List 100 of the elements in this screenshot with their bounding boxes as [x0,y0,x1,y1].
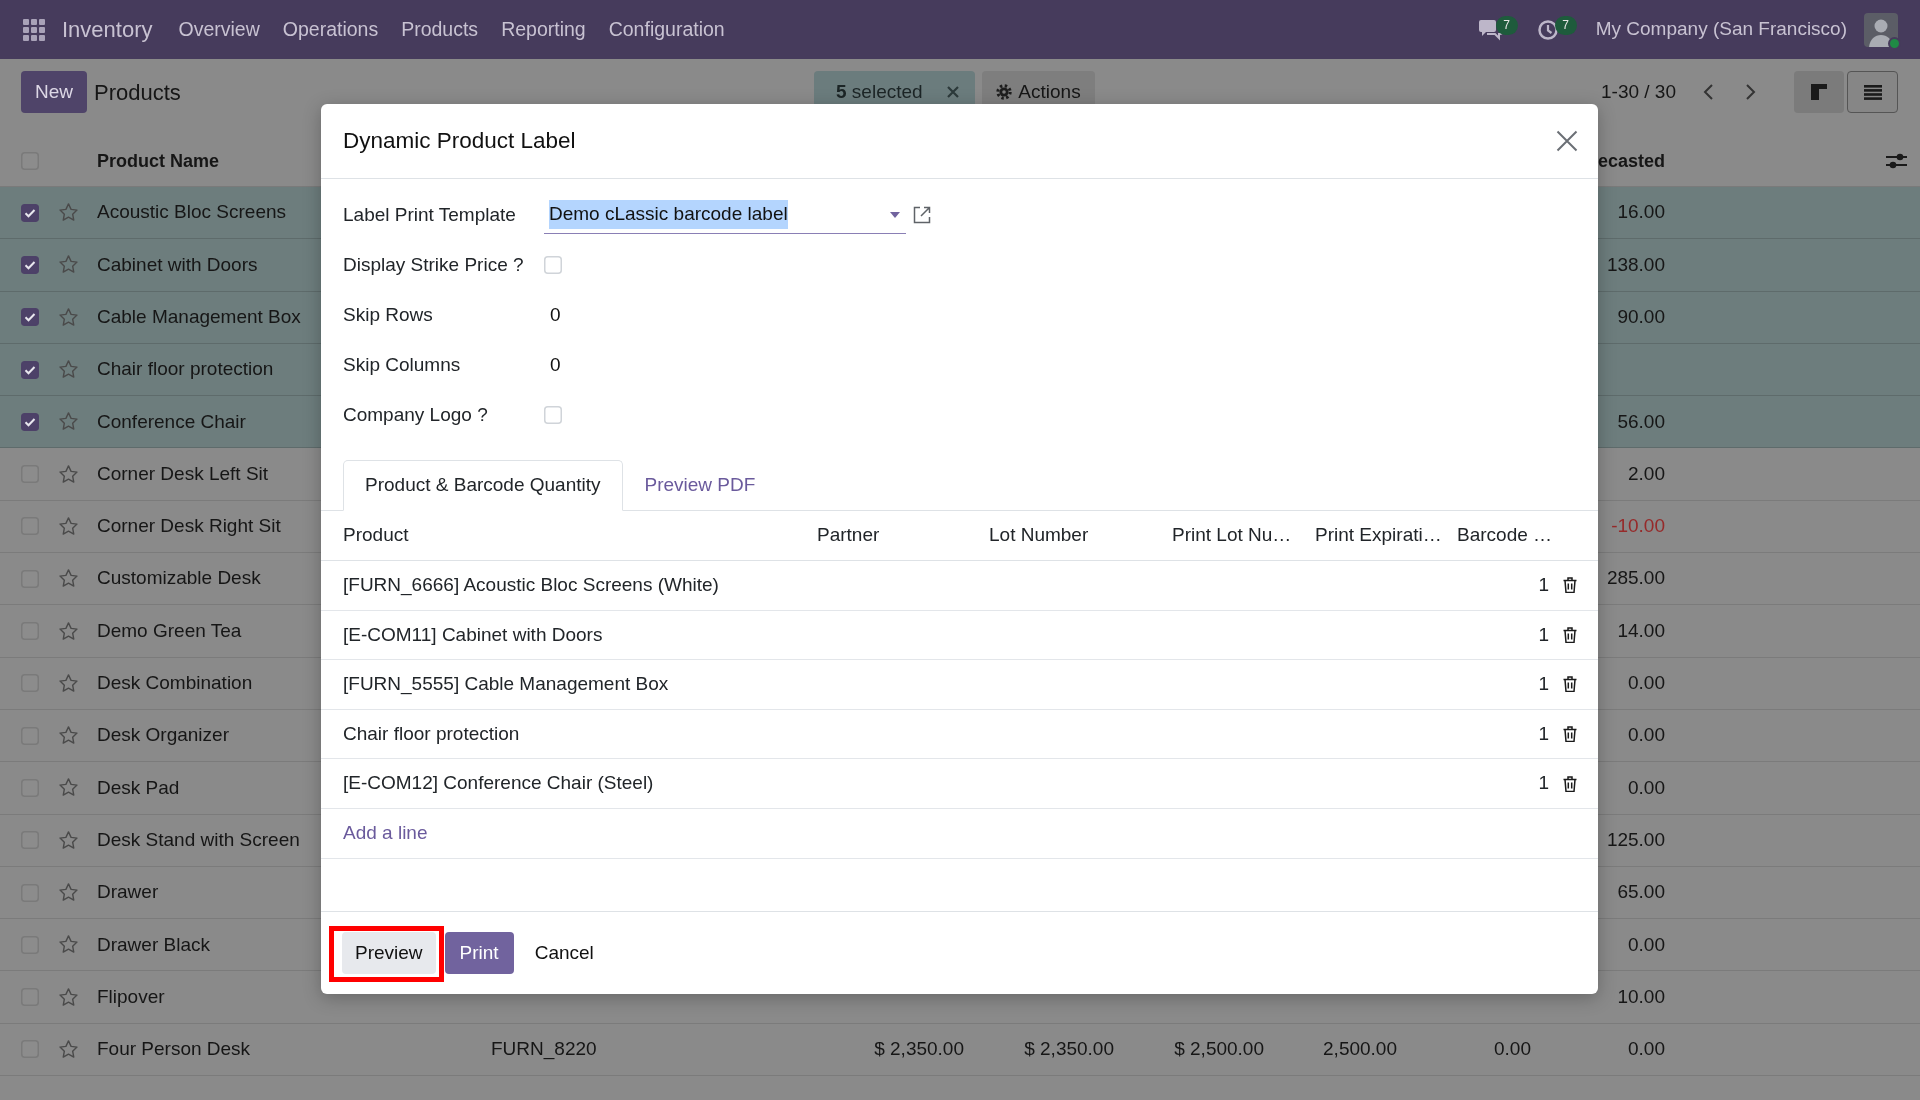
star-icon[interactable] [58,515,79,537]
amount-cell-text: $ 2,500.00 [1174,1037,1264,1062]
field-label: Label Print Template [343,202,517,227]
print-button[interactable]: Print [444,932,514,974]
menu-item[interactable]: Overview [178,14,260,45]
forecast-cell-text: 0.00 [1628,932,1665,957]
column-header[interactable]: Partner [817,524,880,546]
new-button[interactable]: New [21,71,87,113]
selection-count: 5 selected [836,79,923,104]
star-icon[interactable] [58,254,79,276]
column-header[interactable]: Print Expirati… [1315,524,1442,546]
column-header[interactable]: Product Name [97,150,220,171]
product-name: Desk Pad [97,776,180,798]
column-header[interactable]: Print Lot Nu… [1172,524,1292,546]
forecast-cell-text: 0.00 [1628,723,1665,748]
column-header[interactable]: ecasted [1597,147,1665,175]
app-title[interactable]: Inventory [62,13,153,46]
external-link-icon[interactable] [913,206,931,224]
forecast-cell-text: 65.00 [1617,880,1665,905]
chevron-left-icon[interactable] [1702,83,1714,101]
number-field[interactable]: 0 [544,350,565,380]
checkbox[interactable] [21,203,39,222]
forecast-cell-text: 14.00 [1617,618,1665,643]
field-label: Display Strike Price ? [343,252,525,277]
product-name: Corner Desk Left Sit [97,462,269,484]
trash-icon[interactable] [1563,577,1577,594]
forecast-cell-text: 10.00 [1617,984,1665,1009]
checkbox[interactable] [21,255,39,274]
add-line-link[interactable]: Add a line [343,819,428,848]
chevron-right-icon[interactable] [1745,83,1757,101]
column-header[interactable]: Lot Number [989,524,1089,546]
trash-icon[interactable] [1563,676,1577,693]
trash-icon[interactable] [1563,726,1577,743]
field-label: Skip Columns [343,352,462,377]
product-name: Cable Management Box [97,306,301,327]
menu-item[interactable]: Configuration [608,14,725,45]
checkbox[interactable] [21,360,39,379]
preview-button[interactable]: Preview [342,932,436,974]
amount-cell-text: 0.00 [1494,1037,1531,1062]
star-icon[interactable] [58,306,79,328]
star-icon[interactable] [58,986,79,1008]
column-header[interactable]: Product [343,524,409,546]
product-name: Drawer [97,881,159,903]
star-icon[interactable] [58,620,79,642]
forecast-cell-text: 0.00 [1628,671,1665,696]
star-icon[interactable] [58,202,79,224]
product-name: Desk Stand with Screen [97,828,300,850]
caret-icon [890,211,900,218]
star-icon[interactable] [58,829,79,851]
tab[interactable]: Preview PDF [622,460,778,511]
cancel-button[interactable]: Cancel [522,932,606,974]
reference-cell-text: FURN_8220 [491,1037,597,1062]
view-switch-button[interactable] [1847,71,1898,113]
field-label: Company Logo ? [343,402,489,427]
tab[interactable]: Product & Barcode Quantity [343,460,623,511]
star-icon[interactable] [58,777,79,799]
quantity-cell-text: 1 [1538,672,1549,697]
product-name: Corner Desk Right Sit [97,515,281,537]
user-avatar[interactable] [1864,12,1898,47]
apps-grid-icon[interactable] [23,18,45,41]
trash-icon[interactable] [1563,775,1577,792]
number-field[interactable]: 0 [544,300,565,330]
pager-value[interactable]: 1-30 / 30 [1601,77,1676,107]
list-icon [1863,84,1882,100]
gear-icon [996,84,1013,100]
view-switch-button[interactable] [1794,71,1844,113]
company-switcher[interactable]: My Company (San Francisco) [1595,15,1847,44]
star-icon[interactable] [58,725,79,747]
column-header[interactable]: Barcode … [1457,524,1553,546]
star-icon[interactable] [58,882,79,903]
forecast-cell-text: 2.00 [1628,461,1665,486]
product-name: Flipover [97,985,165,1007]
chat-icon[interactable] [1477,18,1504,41]
sliders-icon[interactable] [1886,152,1907,170]
product-cell: [FURN_6666] Acoustic Bloc Screens (White) [343,574,719,596]
quantity-cell-text: 1 [1538,622,1549,647]
star-icon[interactable] [58,411,79,433]
checkbox[interactable] [21,308,39,327]
star-icon[interactable] [58,1038,79,1060]
menu-item[interactable]: Reporting [501,14,586,45]
product-name: Conference Chair [97,410,246,432]
star-icon[interactable] [58,463,79,485]
product-name: Chair floor protection [97,358,274,380]
star-icon[interactable] [58,934,79,956]
star-icon[interactable] [58,359,79,381]
product-cell: Chair floor protection [343,722,520,744]
menu-item[interactable]: Products [401,14,479,45]
amount-cell-text: 2,500.00 [1323,1037,1397,1062]
star-icon[interactable] [58,568,79,590]
menu-item[interactable]: Operations [282,14,379,45]
checkbox[interactable] [21,412,39,431]
star-icon[interactable] [58,672,79,694]
trash-icon[interactable] [1563,626,1577,643]
product-cell: [FURN_5555] Cable Management Box [343,673,669,695]
product-name: Drawer Black [97,933,210,955]
close-icon[interactable] [946,85,960,99]
forecast-cell-text: -10.00 [1611,514,1665,539]
product-name: Four Person Desk [97,1038,251,1060]
quantity-cell-text: 1 [1538,573,1549,598]
close-icon[interactable] [1556,130,1578,152]
